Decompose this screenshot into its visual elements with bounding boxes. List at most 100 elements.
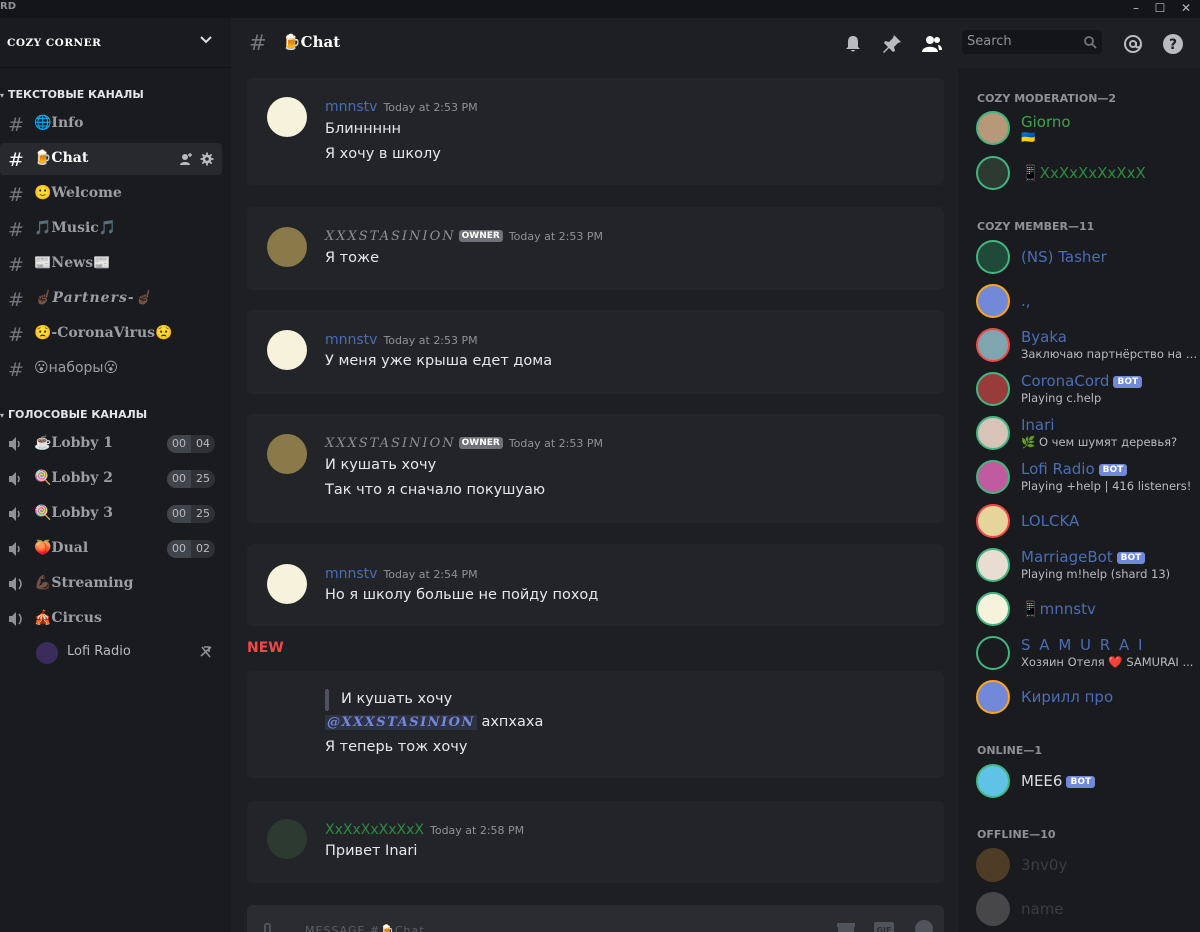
member-name: S A M U R A I (1021, 636, 1145, 654)
channel-partners[interactable]: # ☝🏿Partners-☝🏿 (0, 283, 222, 315)
avatar (976, 460, 1010, 494)
bot-badge: BOT (1116, 552, 1146, 564)
avatar (976, 156, 1010, 190)
channel-nabory[interactable]: # 😮наборы😮 (0, 353, 222, 385)
window-titlebar: RD – ☐ ✕ (0, 0, 1200, 18)
channel-chat[interactable]: # 🍺Chat (0, 143, 222, 175)
search-icon (1084, 36, 1097, 49)
channel-label: 🍑Dual (34, 540, 89, 556)
member-item[interactable]: Inari 🌿 О чем шумят деревья? (976, 414, 1200, 454)
avatar[interactable] (267, 227, 307, 267)
speaker-icon (9, 472, 20, 486)
member-item[interactable]: MarriageBot BOT Playing m!help (shard 13) (976, 546, 1200, 586)
member-status: Заключаю партнёрство на с... (1021, 347, 1199, 361)
message-group[interactable]: XxXxXxXxXxX Today at 2:58 PM Привет Inari (247, 801, 944, 883)
category-text-channels[interactable]: ▾ ТЕКСТОВЫЕ КАНАЛЫ (0, 88, 144, 101)
chevron-down-icon[interactable] (198, 32, 214, 48)
page-title: 🍺Chat (282, 33, 341, 51)
username[interactable]: XXXSTASINION (325, 229, 456, 244)
server-header[interactable]: COZY CORNER (0, 18, 231, 68)
channel-label: 🙂Welcome (34, 185, 122, 201)
user-mention[interactable]: @XXXSTASINION (325, 715, 477, 730)
username[interactable]: XXXSTASINION (325, 436, 456, 451)
voice-user-lofi-radio[interactable]: Lofi Radio (34, 639, 224, 665)
gif-icon[interactable]: GIF (873, 919, 895, 932)
member-status: Playing +help | 416 listeners! (1021, 479, 1192, 493)
message-group[interactable]: XXXSTASINION OWNER Today at 2:53 PM И куша… (247, 414, 944, 523)
channel-news[interactable]: # 📰News📰 (0, 248, 222, 280)
svg-text:?: ? (1169, 37, 1177, 53)
close-icon[interactable]: ✕ (1174, 0, 1198, 18)
mentions-icon[interactable] (1122, 33, 1144, 55)
message-input[interactable]: MESSAGE #🍺Chat (305, 924, 425, 932)
member-group-title: COZY MEMBER—11 (977, 220, 1095, 233)
channel-label: 🌐Info (34, 115, 84, 131)
message-text: И кушать хочу (325, 457, 437, 473)
voice-channel-lobby-3[interactable]: 🍭Lobby 3 00 25 (0, 498, 222, 530)
message-composer[interactable]: MESSAGE #🍺Chat GIF (247, 905, 944, 932)
member-item[interactable]: 3nv0y (976, 846, 1200, 886)
voice-channel-streaming[interactable]: 💪🏿Streaming (0, 568, 222, 600)
voice-channel-lobby-1[interactable]: ☕Lobby 1 00 04 (0, 428, 222, 460)
username[interactable]: XxXxXxXxXxX (325, 822, 424, 838)
category-voice-channels[interactable]: ▾ ГОЛОСОВЫЕ КАНАЛЫ (0, 408, 147, 421)
message-group[interactable]: mnnstv Today at 2:53 PM У меня уже крыша … (247, 310, 944, 394)
member-item[interactable]: Giorno 🇺🇦 (976, 109, 1200, 149)
username[interactable]: mnnstv (325, 99, 377, 115)
avatar[interactable] (267, 434, 307, 474)
hash-icon: # (8, 184, 24, 206)
maximize-icon[interactable]: ☐ (1148, 0, 1172, 18)
emoji-icon[interactable] (913, 919, 935, 932)
member-item[interactable]: 📱XxXxXxXxXxX (976, 154, 1200, 194)
avatar[interactable] (267, 330, 307, 370)
member-item[interactable]: S A M U R A I Хозяин Отеля ❤️ SAMURAI ..… (976, 634, 1200, 674)
channel-coronavirus[interactable]: # 😟-CoronaVirus😟 (0, 318, 222, 350)
minimize-icon[interactable]: – (1124, 0, 1148, 18)
avatar[interactable] (267, 819, 307, 859)
user-limit-badge: 00 02 (167, 540, 215, 558)
app-brand: RD (0, 1, 17, 12)
channel-music[interactable]: # 🎵Music🎵 (0, 213, 222, 245)
members-icon[interactable] (921, 33, 943, 55)
username[interactable]: mnnstv (325, 566, 377, 582)
pin-icon[interactable] (881, 33, 903, 55)
message-group[interactable]: И кушать хочу @XXXSTASINION ахпхаха Я те… (247, 671, 944, 778)
channel-sidebar: COZY CORNER ▾ ТЕКСТОВЫЕ КАНАЛЫ # 🌐Info # 🍺C… (0, 18, 231, 932)
member-item[interactable]: Lofi Radio BOT Playing +help | 416 listen… (976, 458, 1200, 498)
member-group-title: OFFLINE—10 (977, 828, 1056, 841)
search-input[interactable]: Search (962, 30, 1102, 54)
message-group[interactable]: XXXSTASINION OWNER Today at 2:53 PM Я тоже (247, 207, 944, 290)
avatar[interactable] (267, 564, 307, 604)
channel-label: 🍭Lobby 2 (34, 470, 113, 486)
bell-icon[interactable] (842, 33, 864, 55)
hash-icon: # (249, 31, 267, 55)
member-item[interactable]: CoronaCord BOT Playing c.help (976, 370, 1200, 410)
member-item[interactable]: (NS) Tasher (976, 238, 1200, 278)
avatar[interactable] (267, 97, 307, 137)
member-group-title: ONLINE—1 (977, 744, 1043, 757)
timestamp: Today at 2:53 PM (508, 437, 603, 450)
gift-icon[interactable] (835, 919, 857, 932)
username[interactable]: mnnstv (325, 332, 377, 348)
voice-channel-circus[interactable]: 🎪Circus (0, 603, 222, 635)
member-status: Playing m!help (shard 13) (1021, 567, 1171, 581)
message-group[interactable]: mnnstv Today at 2:54 PM Но я школу больше… (247, 544, 944, 626)
channel-welcome[interactable]: # 🙂Welcome (0, 178, 222, 210)
gear-icon[interactable] (200, 152, 214, 166)
help-icon[interactable]: ? (1162, 33, 1184, 55)
member-item[interactable]: MEE6 BOT (976, 762, 1200, 802)
paperclip-icon[interactable] (259, 921, 281, 932)
avatar (976, 680, 1010, 714)
member-item[interactable]: Byaka Заключаю партнёрство на с... (976, 326, 1200, 366)
speaker-icon (9, 437, 20, 451)
voice-channel-dual[interactable]: 🍑Dual 00 02 (0, 533, 222, 565)
member-item[interactable]: 📱mnnstv (976, 590, 1200, 630)
invite-icon[interactable] (179, 152, 193, 166)
member-item[interactable]: ., (976, 282, 1200, 322)
voice-channel-lobby-2[interactable]: 🍭Lobby 2 00 25 (0, 463, 222, 495)
member-item[interactable]: name (976, 890, 1200, 930)
member-item[interactable]: LOLCKA (976, 502, 1200, 542)
member-item[interactable]: Кирилл про (976, 678, 1200, 718)
channel-info[interactable]: # 🌐Info (0, 108, 222, 140)
message-group[interactable]: mnnstv Today at 2:53 PM Блиннннн Я хочу в… (247, 78, 944, 185)
